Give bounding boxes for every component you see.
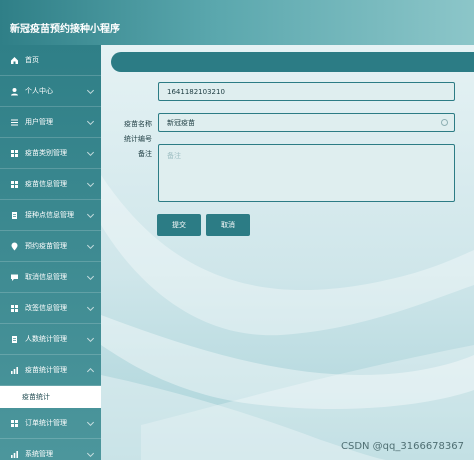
- grid-icon: [10, 304, 19, 313]
- clear-icon[interactable]: [441, 119, 448, 126]
- sidebar-item-label: 订单统计管理: [25, 419, 67, 427]
- sidebar-item-reservation[interactable]: 预约疫苗管理: [0, 231, 101, 262]
- user-icon: [10, 87, 19, 96]
- chevron-down-icon: [86, 334, 95, 343]
- tab-bar: [111, 52, 474, 72]
- main-content: 统计编号 1641182103210 疫苗名称 新冠疫苗 备注 备注 提交 取消: [101, 45, 474, 460]
- chat-icon: [10, 273, 19, 282]
- doc-icon: [10, 211, 19, 220]
- list-icon: [10, 118, 19, 127]
- sidebar-item-cancel-info[interactable]: 取消信息管理: [0, 262, 101, 293]
- chevron-down-icon: [86, 86, 95, 95]
- top-bar: 新冠疫苗预约接种小程序: [0, 0, 474, 45]
- sidebar-item-label: 取消信息管理: [25, 273, 67, 281]
- sidebar-item-label: 接种点信息管理: [25, 211, 74, 219]
- watermark: CSDN @qq_3166678367: [340, 441, 464, 452]
- vaccine-name-label: 疫苗名称: [124, 120, 152, 128]
- stat-no-label: 统计编号: [124, 135, 152, 143]
- chevron-down-icon: [86, 179, 95, 188]
- vaccine-name-value: 新冠疫苗: [167, 118, 195, 127]
- chevron-down-icon: [86, 367, 95, 376]
- pin-icon: [10, 242, 19, 251]
- sidebar-item-label: 疫苗类别管理: [25, 149, 67, 157]
- sidebar-item-label: 人数统计管理: [25, 335, 67, 343]
- sidebar-item-label: 疫苗信息管理: [25, 180, 67, 188]
- remark-textarea[interactable]: 备注: [158, 144, 455, 202]
- chevron-down-icon: [86, 303, 95, 312]
- chart-icon: [10, 366, 19, 375]
- sidebar-item-people-stats[interactable]: 人数统计管理: [0, 324, 101, 355]
- chevron-down-icon: [86, 241, 95, 250]
- sidebar-item-profile[interactable]: 个人中心: [0, 76, 101, 107]
- sidebar-item-users[interactable]: 用户管理: [0, 107, 101, 138]
- sidebar-item-vaccine-info[interactable]: 疫苗信息管理: [0, 169, 101, 200]
- sidebar-item-vaccination-site[interactable]: 接种点信息管理: [0, 200, 101, 231]
- sidebar-item-system[interactable]: 系统管理: [0, 439, 101, 460]
- sidebar-item-label: 个人中心: [25, 87, 53, 95]
- sidebar-item-order-stats[interactable]: 订单统计管理: [0, 408, 101, 439]
- grid-icon: [10, 419, 19, 428]
- sidebar-item-label: 预约疫苗管理: [25, 242, 67, 250]
- sidebar-item-label: 系统管理: [25, 450, 53, 458]
- sidebar-subitem-vaccine-stats[interactable]: 疫苗统计: [0, 386, 101, 408]
- sidebar-item-label: 用户管理: [25, 118, 53, 126]
- sidebar: 首页 个人中心 用户管理 疫苗类别管理 疫苗信息管理 接种点信息管理 预约疫苗管…: [0, 45, 101, 460]
- doc-icon: [10, 335, 19, 344]
- vaccine-name-field[interactable]: 新冠疫苗: [158, 113, 455, 132]
- chevron-down-icon: [86, 210, 95, 219]
- cancel-button[interactable]: 取消: [206, 214, 250, 236]
- sidebar-item-label: 疫苗统计管理: [25, 366, 67, 374]
- chevron-down-icon: [86, 418, 95, 427]
- chevron-down-icon: [86, 117, 95, 126]
- grid-icon: [10, 149, 19, 158]
- background-waves: [101, 175, 474, 460]
- grid-icon: [10, 180, 19, 189]
- app-title: 新冠疫苗预约接种小程序: [10, 24, 120, 35]
- remark-label: 备注: [138, 150, 152, 158]
- chevron-down-icon: [86, 272, 95, 281]
- chevron-down-icon: [86, 449, 95, 458]
- chevron-down-icon: [86, 148, 95, 157]
- sidebar-item-vaccine-stats[interactable]: 疫苗统计管理: [0, 355, 101, 386]
- sidebar-item-reschedule[interactable]: 改签信息管理: [0, 293, 101, 324]
- sidebar-item-vaccine-category[interactable]: 疫苗类别管理: [0, 138, 101, 169]
- stat-no-field[interactable]: 1641182103210: [158, 82, 455, 101]
- home-icon: [10, 56, 19, 65]
- sidebar-item-label: 改签信息管理: [25, 304, 67, 312]
- submit-button[interactable]: 提交: [157, 214, 201, 236]
- sidebar-item-label: 首页: [25, 56, 39, 64]
- sidebar-item-home[interactable]: 首页: [0, 45, 101, 76]
- chart-icon: [10, 450, 19, 459]
